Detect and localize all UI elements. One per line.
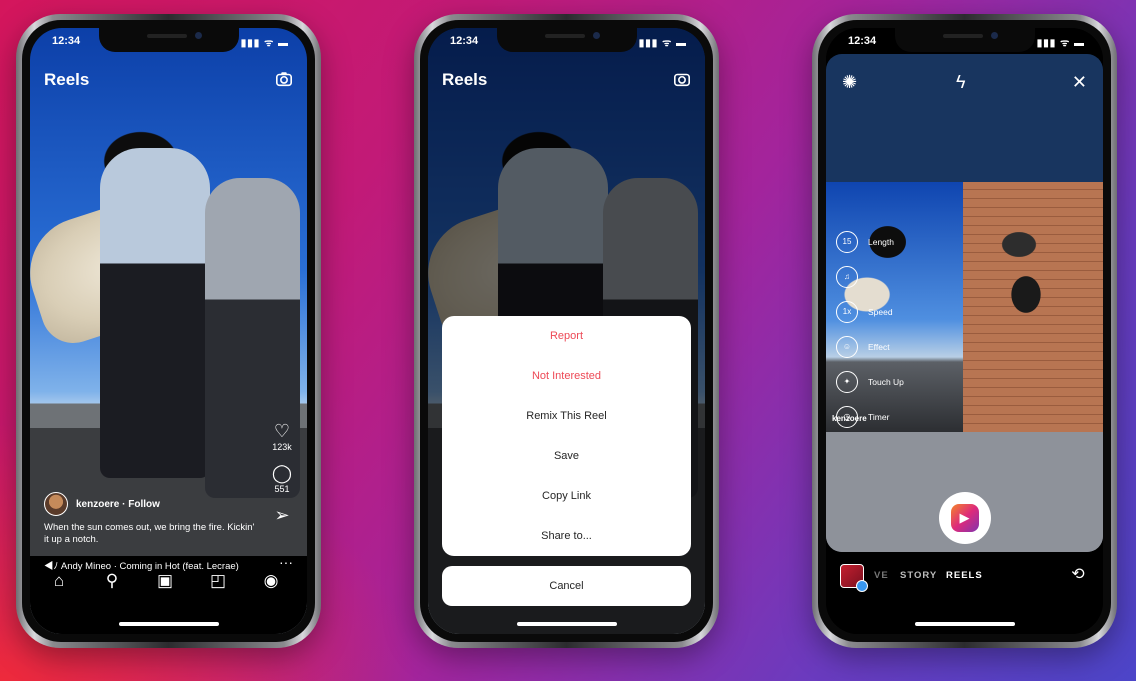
camera-tools: 15 Length ♫ 1x Speed ☺ Effect ✦ Touch Up ◷ Ti… bbox=[836, 224, 904, 434]
add-icon bbox=[856, 580, 868, 592]
mode-reels[interactable]: REELS bbox=[946, 570, 983, 581]
camera-mode-selector: VE STORY REELS ⟲ bbox=[826, 560, 1103, 592]
reels-feed-screen: 12:34 ▮▮▮ ᯤ ▬ Reels ♡ 123k ◯ 551 ➢ kenzo… bbox=[30, 28, 307, 634]
phone-reels-camera: 12:34 ▮▮▮ ᯤ ▬ ✺ ϟ ✕ 15 Length ♫ 1x Speed ☺… bbox=[812, 14, 1117, 648]
save-button[interactable]: Save bbox=[442, 436, 691, 476]
settings-icon[interactable]: ✺ bbox=[842, 72, 857, 93]
phone-reels-feed: 12:34 ▮▮▮ ᯤ ▬ Reels ♡ 123k ◯ 551 ➢ kenzo… bbox=[16, 14, 321, 648]
not-interested-button[interactable]: Not Interested bbox=[442, 356, 691, 396]
signal-wifi-battery-icon: ▮▮▮ ᯤ ▬ bbox=[1036, 38, 1085, 49]
tool-touch-up[interactable]: ✦ Touch Up bbox=[836, 364, 904, 399]
like-count: 123k bbox=[272, 442, 292, 452]
phone-reel-options: 12:34 ▮▮▮ ᯤ ▬ Reels Report Not Intereste… bbox=[414, 14, 719, 648]
reel-actions: ♡ 123k ◯ 551 ➢ bbox=[265, 420, 299, 526]
copy-link-button[interactable]: Copy Link bbox=[442, 476, 691, 516]
clip-author: kenzoere bbox=[832, 414, 867, 423]
cancel-button[interactable]: Cancel bbox=[442, 566, 691, 606]
camera-icon[interactable] bbox=[275, 70, 293, 88]
shop-icon[interactable]: ◰ bbox=[207, 570, 229, 592]
avatar[interactable] bbox=[44, 492, 68, 516]
audio-track[interactable]: ◀ﾉ Andy Mineo · Coming in Hot (feat. Lec… bbox=[44, 558, 239, 572]
reels-icon: ▶ bbox=[950, 504, 979, 532]
page-title: Reels bbox=[44, 70, 90, 89]
tool-effect[interactable]: ☺ Effect bbox=[836, 329, 904, 364]
tool-speed[interactable]: 1x Speed bbox=[836, 294, 904, 329]
profile-icon[interactable]: ◉ bbox=[260, 570, 282, 592]
flip-camera-icon[interactable]: ⟲ bbox=[1067, 564, 1089, 586]
tool-length[interactable]: 15 Length bbox=[836, 224, 904, 259]
report-button[interactable]: Report bbox=[442, 316, 691, 356]
reels-icon[interactable]: ▣ bbox=[154, 570, 176, 592]
reel-options-screen: 12:34 ▮▮▮ ᯤ ▬ Reels Report Not Intereste… bbox=[428, 28, 705, 634]
search-icon[interactable]: ⚲ bbox=[101, 570, 123, 592]
comment-count: 551 bbox=[274, 484, 290, 494]
page-title: Reels bbox=[442, 70, 488, 89]
author-follow-label[interactable]: kenzoere · Follow bbox=[76, 499, 160, 510]
status-bar: 12:34 ▮▮▮ ᯤ ▬ bbox=[428, 32, 705, 52]
status-time: 12:34 bbox=[450, 35, 479, 47]
reel-author[interactable]: kenzoere · Follow bbox=[44, 492, 160, 516]
options-sheet: Report Not Interested Remix This Reel Sa… bbox=[442, 316, 691, 556]
status-time: 12:34 bbox=[52, 35, 81, 47]
more-options-icon[interactable]: ··· bbox=[279, 554, 293, 570]
reels-camera-screen: 12:34 ▮▮▮ ᯤ ▬ ✺ ϟ ✕ 15 Length ♫ 1x Speed ☺… bbox=[826, 28, 1103, 634]
camera-icon bbox=[673, 73, 691, 87]
home-indicator[interactable] bbox=[118, 622, 219, 626]
record-button[interactable]: ▶ bbox=[938, 492, 991, 544]
signal-wifi-battery-icon: ▮▮▮ ᯤ ▬ bbox=[638, 38, 687, 49]
touchup-icon: ✦ bbox=[836, 370, 858, 393]
mode-live[interactable]: VE bbox=[874, 570, 889, 581]
heart-icon[interactable]: ♡ bbox=[265, 420, 299, 442]
status-time: 12:34 bbox=[848, 35, 877, 47]
home-indicator[interactable] bbox=[914, 622, 1015, 626]
home-indicator[interactable] bbox=[516, 622, 617, 626]
remix-button[interactable]: Remix This Reel bbox=[442, 396, 691, 436]
status-bar: 12:34 ▮▮▮ ᯤ ▬ bbox=[30, 32, 307, 52]
status-bar: 12:34 ▮▮▮ ᯤ ▬ bbox=[826, 32, 1103, 52]
reel-caption: When the sun comes out, we bring the fir… bbox=[44, 522, 255, 545]
dancer-figure bbox=[100, 148, 210, 478]
gallery-thumbnail[interactable] bbox=[840, 564, 868, 592]
flash-icon[interactable]: ϟ bbox=[956, 72, 966, 93]
tool-audio[interactable]: ♫ bbox=[836, 259, 904, 294]
share-button[interactable]: Share to... bbox=[442, 516, 691, 556]
close-icon[interactable]: ✕ bbox=[1072, 72, 1087, 93]
effects-icon: ☺ bbox=[836, 335, 858, 358]
home-icon[interactable]: ⌂ bbox=[48, 570, 70, 592]
camera-live-preview bbox=[963, 182, 1103, 432]
comment-icon[interactable]: ◯ bbox=[265, 462, 299, 484]
send-icon[interactable]: ➢ bbox=[265, 504, 299, 526]
signal-wifi-battery-icon: ▮▮▮ ᯤ ▬ bbox=[240, 38, 289, 49]
length-icon: 15 bbox=[836, 230, 858, 253]
audio-icon: ♫ bbox=[836, 265, 858, 288]
mode-story[interactable]: STORY bbox=[900, 570, 937, 581]
speed-icon: 1x bbox=[836, 300, 858, 323]
